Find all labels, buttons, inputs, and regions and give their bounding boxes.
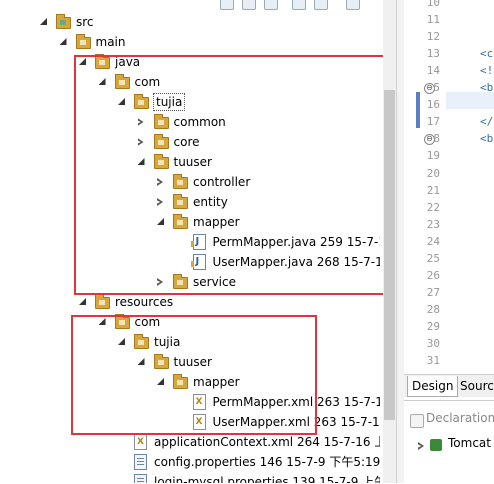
collapse-all-icon[interactable] [292, 0, 306, 10]
line-number: 30 [426, 337, 440, 350]
tree-row-label: src [76, 15, 94, 29]
declaration-icon [410, 414, 424, 428]
declaration-title[interactable]: Declaration [426, 411, 494, 425]
line-number: 29 [426, 319, 440, 333]
line-number: 25 [426, 251, 440, 265]
tree-row-label: main [95, 35, 126, 49]
highlight-box-xml-mapper [71, 315, 317, 435]
code-line[interactable]: <b [480, 130, 493, 147]
tree-scrollbar-thumb[interactable] [384, 90, 395, 420]
tree-row-label: resources [115, 295, 174, 309]
declaration-item-label: Tomcat [448, 436, 491, 450]
line-number: 28 [426, 302, 440, 316]
properties-file-icon [134, 454, 147, 470]
xml-file-icon [134, 434, 147, 450]
line-number: 12 [426, 30, 440, 44]
tab-design[interactable]: Design [407, 376, 459, 397]
folder-icon [75, 34, 91, 49]
home-icon[interactable] [264, 0, 278, 10]
line-number: 23 [426, 217, 440, 231]
xml-editor[interactable]: 10111213<c14<!15⊖<b1617</18⊖<b1920212223… [404, 0, 494, 372]
line-number: 21 [426, 183, 440, 197]
tree-row-label: login-mysql.properties 139 15-7-9 上午10:3… [154, 475, 380, 483]
code-line[interactable]: <b [480, 79, 493, 96]
collapse-icon[interactable] [79, 298, 86, 305]
link-editor-icon[interactable] [314, 0, 328, 10]
server-icon [430, 439, 442, 451]
line-number: 31 [426, 354, 440, 368]
tab-source[interactable]: Source [456, 376, 494, 396]
editor-tabs: Design Source [404, 374, 494, 397]
folder-icon [95, 294, 110, 309]
explorer-toolbar [210, 0, 380, 11]
source-folder-icon [56, 14, 71, 29]
code-line[interactable]: <! [480, 62, 493, 79]
line-number: 10 [426, 0, 440, 9]
highlight-box-java-mapper [74, 55, 396, 295]
line-number: 24 [426, 234, 440, 248]
code-line[interactable]: <c [480, 45, 493, 62]
expand-icon[interactable] [418, 442, 424, 450]
line-number: 16 [426, 98, 440, 112]
tree-row-label: config.properties 146 15-7-9 下午5:19 wenh… [154, 455, 380, 469]
pane-divider[interactable] [396, 0, 404, 483]
line-number: 27 [426, 285, 440, 299]
line-number: 13 [426, 47, 440, 61]
line-number: 19 [426, 149, 440, 163]
line-number: 11 [426, 13, 440, 27]
view-menu-icon[interactable] [346, 0, 360, 10]
line-number: 17 [426, 115, 440, 129]
line-number: 14 [426, 64, 440, 78]
collapse-icon[interactable] [59, 38, 67, 45]
back-icon[interactable] [220, 0, 234, 10]
collapse-icon[interactable] [40, 18, 47, 25]
line-number: 22 [426, 200, 440, 214]
declaration-view: Declaration Tomcat [404, 400, 494, 484]
forward-icon[interactable] [242, 0, 256, 10]
line-number: 26 [426, 268, 440, 282]
properties-file-icon [134, 474, 147, 483]
tree-row-label: applicationContext.xml 264 15-7-16 上午10:… [154, 435, 380, 449]
line-number: 20 [426, 166, 440, 180]
code-line[interactable]: </ [480, 113, 493, 130]
